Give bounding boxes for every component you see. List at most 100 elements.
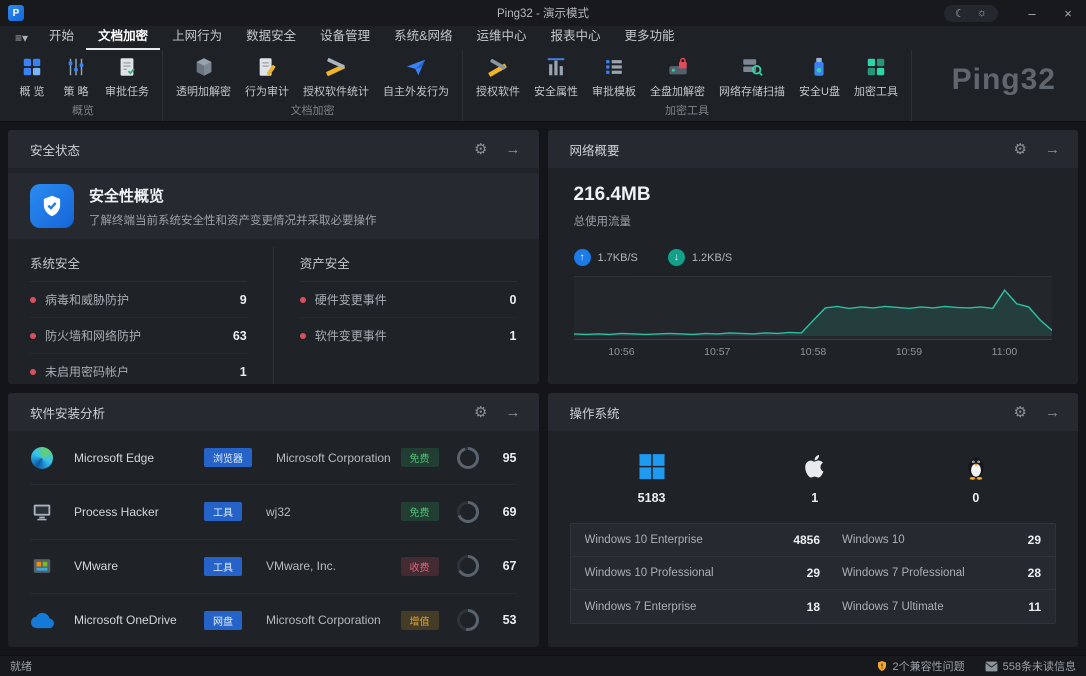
status-ready: 就绪 (10, 658, 32, 674)
ribbon-button-outbound-behavior[interactable]: 自主外发行为 (376, 53, 456, 101)
security-item[interactable]: 病毒和威胁防护 9 (30, 282, 247, 318)
security-item[interactable]: 防火墙和网络防护 63 (30, 318, 247, 354)
asset-security-column: 资产安全 硬件变更事件 0 软件变更事件 1 (274, 247, 517, 384)
security-overview-subtitle: 了解终端当前系统安全性和资产变更情况并采取必要操作 (89, 212, 377, 228)
download-rate: ↓ 1.2KB/S (668, 249, 732, 266)
tools-grid-icon (865, 55, 887, 79)
ruler-pencil-icon (487, 55, 509, 79)
ribbon-button-behavior-audit[interactable]: 行为审计 (238, 53, 296, 101)
arrow-right-icon[interactable]: → (506, 142, 521, 157)
software-row[interactable]: Microsoft OneDrive 网盘 Microsoft Corporat… (30, 594, 517, 647)
ribbon-button-full-disk-encryption[interactable]: 全盘加解密 (643, 53, 712, 101)
windows-icon (637, 449, 667, 481)
paper-plane-icon (405, 55, 427, 79)
x-tick: 10:56 (608, 346, 634, 358)
gear-icon[interactable]: ⚙ (1014, 405, 1027, 420)
gear-icon[interactable]: ⚙ (474, 142, 487, 157)
ribbon-button-licensed-software-stats[interactable]: 授权软件统计 (296, 53, 376, 101)
upload-rate: ↑ 1.7KB/S (574, 249, 638, 266)
security-item[interactable]: 软件变更事件 1 (300, 318, 517, 353)
platform-apple: 1 (801, 449, 829, 505)
gear-icon[interactable]: ⚙ (474, 405, 487, 420)
unread-messages-item[interactable]: 558条未读信息 (985, 658, 1076, 674)
usb-drive-icon (808, 55, 830, 79)
software-score: 53 (491, 613, 517, 627)
ribbon-button-overview[interactable]: 概 览 (10, 53, 54, 101)
software-row[interactable]: VMware 工具 VMware, Inc. 收费 67 (30, 540, 517, 594)
ping32-logo: Ping32 (952, 63, 1056, 97)
alert-dot-icon (30, 333, 36, 339)
grid-icon (21, 55, 43, 79)
tab-data-security[interactable]: 数据安全 (234, 25, 308, 50)
ribbon-group-label: 概览 (10, 101, 156, 122)
envelope-icon (985, 661, 998, 672)
category-badge: 工具 (204, 502, 242, 521)
statusbar: 就绪 2个兼容性问题 558条未读信息 (0, 655, 1086, 676)
sliders-icon (65, 55, 87, 79)
dashboard: 安全状态 ⚙ → 安全性概览 了解终端当前系统安全性和资产变更情况并采取必要操作… (0, 122, 1086, 655)
ribbon-button-transparent-encryption[interactable]: 透明加解密 (169, 53, 238, 101)
tab-system-network[interactable]: 系统&网络 (382, 25, 464, 50)
ribbon-button-approval-template[interactable]: 审批模板 (585, 53, 643, 101)
tab-start[interactable]: 开始 (37, 25, 86, 50)
x-tick: 10:58 (800, 346, 826, 358)
license-badge: 免费 (401, 448, 439, 467)
ribbon-button-approval-tasks[interactable]: 审批任务 (98, 53, 156, 101)
alert-dot-icon (300, 333, 306, 339)
software-score: 95 (491, 451, 517, 465)
alert-dot-icon (30, 297, 36, 303)
license-badge: 免费 (401, 502, 439, 521)
security-item[interactable]: 未启用密码帐户 1 (30, 354, 247, 384)
license-badge: 收费 (401, 557, 439, 576)
tab-web-behavior[interactable]: 上网行为 (160, 25, 234, 50)
column-header: 资产安全 (300, 247, 517, 282)
ribbon-button-policy[interactable]: 策 略 (54, 53, 98, 101)
ribbon-button-secure-usb[interactable]: 安全U盘 (792, 53, 847, 101)
score-ring (457, 609, 479, 631)
tab-document-encryption[interactable]: 文档加密 (86, 25, 160, 50)
ribbon-group-label: 加密工具 (469, 101, 905, 122)
software-row[interactable]: Process Hacker 工具 wj32 免费 69 (30, 485, 517, 539)
category-badge: 浏览器 (204, 448, 252, 467)
theme-sun-icon[interactable]: ☼ (977, 7, 987, 19)
chart-x-axis: 10:56 10:57 10:58 10:59 11:00 (574, 340, 1053, 358)
panel-operating-system: 操作系统 ⚙ → 5183 1 (548, 393, 1079, 647)
arrow-right-icon[interactable]: → (506, 405, 521, 420)
document-pencil-icon (256, 55, 278, 79)
tab-more-features[interactable]: 更多功能 (613, 25, 687, 50)
tab-report-center[interactable]: 报表中心 (538, 25, 612, 50)
security-overview-title: 安全性概览 (89, 185, 377, 206)
software-row[interactable]: Microsoft Edge 浏览器 Microsoft Corporation… (30, 431, 517, 485)
ribbon-button-network-storage-scan[interactable]: 网络存储扫描 (712, 53, 792, 101)
security-item[interactable]: 硬件变更事件 0 (300, 282, 517, 318)
disk-lock-icon (667, 55, 689, 79)
category-badge: 网盘 (204, 611, 242, 630)
close-button[interactable]: × (1050, 0, 1086, 26)
theme-moon-icon[interactable]: ☾ (955, 7, 965, 20)
platform-windows: 5183 (637, 449, 667, 505)
ribbon-button-security-properties[interactable]: 安全属性 (527, 53, 585, 101)
ribbon-button-licensed-software[interactable]: 授权软件 (469, 53, 527, 101)
network-total-label: 总使用流量 (574, 213, 1053, 229)
compat-warning-item[interactable]: 2个兼容性问题 (876, 658, 965, 674)
main-menu-icon[interactable]: ≡▾ (6, 31, 37, 50)
score-ring (457, 501, 479, 523)
bar-columns-icon (545, 55, 567, 79)
arrow-right-icon[interactable]: → (1045, 142, 1060, 157)
gear-icon[interactable]: ⚙ (1014, 142, 1027, 157)
table-row: Windows 10 Enterprise 4856 Windows 10 29 (571, 524, 1056, 557)
arrow-right-icon[interactable]: → (1045, 405, 1060, 420)
ribbon: 概 览 策 略 审批任务 概览 透明加解密 (0, 50, 1086, 122)
list-icon (603, 55, 625, 79)
onedrive-app-icon (30, 608, 54, 632)
minimize-button[interactable]: – (1014, 0, 1050, 26)
tab-ops-center[interactable]: 运维中心 (464, 25, 538, 50)
tab-device-management[interactable]: 设备管理 (308, 25, 382, 50)
network-traffic-chart (574, 276, 1053, 340)
storage-scan-icon (741, 55, 763, 79)
monitor-app-icon (30, 500, 54, 524)
alert-dot-icon (300, 297, 306, 303)
panel-software-analysis: 软件安装分析 ⚙ → Microsoft Edge 浏览器 Microsoft … (8, 393, 539, 647)
ribbon-group-overview: 概 览 策 略 审批任务 概览 (4, 50, 163, 121)
ribbon-button-encryption-tools[interactable]: 加密工具 (847, 53, 905, 101)
